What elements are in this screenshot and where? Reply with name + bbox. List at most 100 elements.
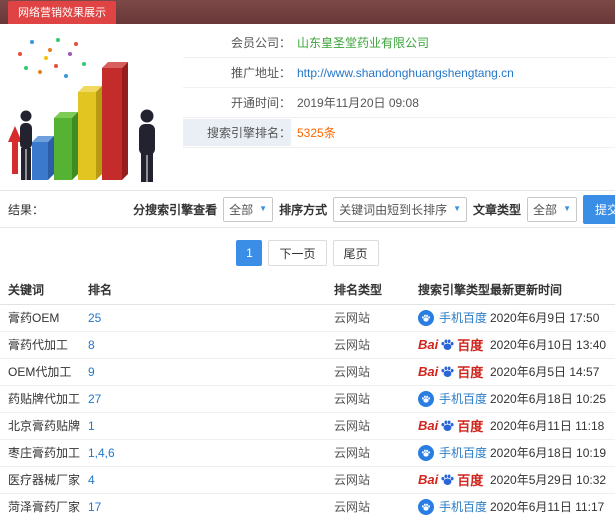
table-row: 菏泽膏药厂家 17 云网站 手机百度 2020年6月11日 11:17 (0, 493, 615, 520)
keyword-cell: 枣庄膏药加工 (0, 439, 88, 467)
baidu-logo: Bai 百度 (418, 337, 484, 353)
keyword-cell: 药贴牌代加工 (0, 385, 88, 413)
result-label: 结果： (8, 202, 45, 217)
article-type-label: 文章类型 (473, 202, 522, 217)
updated-cell: 2020年6月5日 14:57 (490, 358, 615, 386)
confetti-dots (18, 38, 86, 78)
rank-link[interactable]: 27 (88, 392, 101, 406)
page-current[interactable]: 1 (236, 240, 263, 266)
header-engine-type: 搜索引擎类型 (418, 276, 490, 305)
rank-link[interactable]: 9 (88, 365, 95, 379)
rank-type-cell: 云网站 (334, 331, 418, 359)
engine-cell: 手机百度 (418, 304, 490, 332)
rank-link[interactable]: 8 (88, 338, 95, 352)
article-type-select[interactable]: 全部 ▼ (527, 196, 577, 222)
businessman-left (20, 110, 32, 180)
submit-button[interactable]: 提交 (582, 194, 615, 224)
company-label: 会员公司： (230, 36, 291, 50)
promo-url-link[interactable]: http://www.shandonghuangshengtang.cn (297, 66, 514, 80)
table-row: 药贴牌代加工 27 云网站 手机百度 2020年6月18日 10:25 (0, 385, 615, 413)
company-link[interactable]: 山东皇圣堂药业有限公司 (297, 34, 429, 51)
header-rank-type: 排名类型 (334, 276, 418, 305)
filter-bar: 结果： 分搜索引擎查看 全部 ▼ 排序方式 关键词由短到长排序 ▼ 文章类型 全… (0, 190, 615, 228)
rank-link[interactable]: 4 (88, 473, 95, 487)
rank-count-value: 5325条 (297, 126, 336, 140)
baidu-paw-icon (441, 366, 454, 377)
bar-chart-graphic (8, 38, 155, 182)
bars (32, 62, 128, 180)
rank-type-cell: 云网站 (334, 358, 418, 386)
header-keyword: 关键词 (0, 276, 88, 305)
rank-type-cell: 云网站 (334, 439, 418, 467)
header-bar: 网络营销效果展示 (0, 0, 615, 24)
table-row: 枣庄膏药加工 1,4,6 云网站 手机百度 2020年6月18日 10:19 (0, 439, 615, 467)
page-title: 网络营销效果展示 (8, 1, 116, 24)
engine-filter-select[interactable]: 全部 ▼ (223, 196, 274, 222)
engine-cell: 手机百度 (418, 493, 490, 520)
rank-cell: 9 (88, 358, 334, 386)
baidu-paw-icon (421, 314, 431, 322)
table-header-row: 关键词 排名 排名类型 搜索引擎类型 最新更新时间 (0, 276, 615, 305)
results-table-wrap: 关键词 排名 排名类型 搜索引擎类型 最新更新时间 膏药OEM 25 云网站 手机百度… (0, 276, 615, 520)
rank-link[interactable]: 17 (88, 500, 101, 514)
table-row: 膏药代加工 8 云网站 Bai 百度 2020年6月10日 13:40 (0, 331, 615, 359)
engine-cell: Bai 百度 (418, 358, 490, 386)
baidu-paw-icon (421, 449, 431, 457)
mobile-baidu-icon (418, 390, 434, 407)
rank-count-label: 搜索引擎排名： (183, 119, 291, 146)
table-row: 膏药OEM 25 云网站 手机百度 2020年6月9日 17:50 (0, 304, 615, 332)
filter-controls: 分搜索引擎查看 全部 ▼ 排序方式 关键词由短到长排序 ▼ 文章类型 全部 ▼ … (133, 194, 615, 224)
rank-type-cell: 云网站 (334, 493, 418, 520)
open-time-label: 开通时间： (230, 96, 291, 110)
baidu-logo: Bai 百度 (418, 364, 484, 380)
table-row: 北京膏药贴牌 1 云网站 Bai 百度 2020年6月11日 11:18 (0, 412, 615, 440)
rank-cell: 4 (88, 466, 334, 494)
info-panel: 会员公司： 山东皇圣堂药业有限公司 推广地址： http://www.shand… (183, 28, 615, 148)
updated-cell: 2020年6月11日 11:18 (490, 412, 615, 440)
header-rank: 排名 (88, 276, 334, 305)
promo-url-label: 推广地址： (230, 66, 291, 80)
rank-type-cell: 云网站 (334, 412, 418, 440)
sort-select[interactable]: 关键词由短到长排序 ▼ (333, 196, 468, 222)
info-row-url: 推广地址： http://www.shandonghuangshengtang.… (183, 58, 615, 88)
header-updated: 最新更新时间 (490, 276, 615, 305)
chevron-down-icon: ▼ (563, 204, 571, 213)
engine-filter-value: 全部 (229, 202, 254, 217)
baidu-paw-icon (421, 503, 431, 511)
rank-link[interactable]: 25 (88, 311, 101, 325)
chevron-down-icon: ▼ (453, 204, 462, 213)
mobile-baidu-icon (418, 309, 434, 326)
next-page-button[interactable]: 下一页 (268, 240, 327, 266)
rank-cell: 1 (88, 412, 334, 440)
baidu-paw-icon (441, 339, 454, 350)
engine-cell: 手机百度 (418, 439, 490, 467)
article-type-value: 全部 (533, 202, 558, 217)
mobile-baidu-logo: 手机百度 (418, 498, 487, 515)
chevron-down-icon: ▼ (259, 204, 268, 213)
updated-cell: 2020年6月11日 11:17 (490, 493, 615, 520)
open-time-value: 2019年11月20日 09:08 (297, 96, 419, 110)
baidu-paw-icon (421, 395, 431, 403)
baidu-paw-icon (441, 420, 454, 431)
mobile-baidu-logo: 手机百度 (418, 309, 487, 326)
engine-filter-label: 分搜索引擎查看 (133, 202, 218, 217)
baidu-paw-icon (441, 474, 454, 485)
table-row: 医疗器械厂家 4 云网站 Bai 百度 2020年5月29日 10:32 (0, 466, 615, 494)
engine-cell: Bai 百度 (418, 412, 490, 440)
last-page-button[interactable]: 尾页 (332, 240, 379, 266)
mobile-baidu-logo: 手机百度 (418, 444, 487, 461)
updated-cell: 2020年6月10日 13:40 (490, 331, 615, 359)
pagination: 1 下一页 尾页 (0, 240, 615, 266)
baidu-logo: Bai 百度 (418, 418, 484, 434)
rank-link[interactable]: 1,4,6 (88, 446, 115, 460)
rank-link[interactable]: 1 (88, 419, 95, 433)
hero-image (6, 28, 166, 188)
rank-cell: 1,4,6 (88, 439, 334, 467)
mobile-baidu-logo: 手机百度 (418, 390, 487, 407)
baidu-logo: Bai 百度 (418, 472, 484, 488)
rank-type-cell: 云网站 (334, 385, 418, 413)
info-row-open-time: 开通时间： 2019年11月20日 09:08 (183, 88, 615, 118)
sort-value: 关键词由短到长排序 (339, 202, 448, 217)
engine-cell: 手机百度 (418, 385, 490, 413)
businessman-right (139, 109, 155, 182)
